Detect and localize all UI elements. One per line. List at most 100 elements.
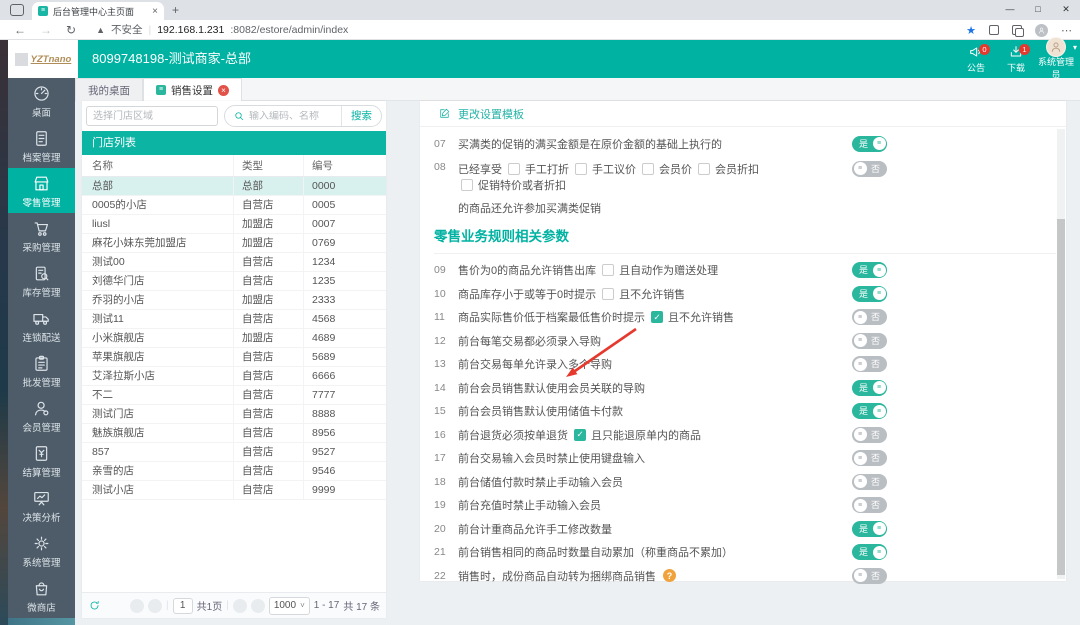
- table-row[interactable]: 测试小店自营店9999: [82, 481, 386, 500]
- toggle-switch[interactable]: 否≡: [852, 333, 887, 349]
- sidebar-item-9[interactable]: 决策分析: [8, 483, 75, 528]
- checkbox[interactable]: 且自动作为赠送处理: [602, 262, 718, 278]
- sidebar-item-11[interactable]: 微商店: [8, 573, 75, 618]
- table-row[interactable]: 0005的小店自营店0005: [82, 196, 386, 215]
- admin-menu[interactable]: ▾ 系统管理员: [1036, 37, 1076, 81]
- store-name: 艾泽拉斯小店: [82, 367, 234, 385]
- change-template-link[interactable]: 更改设置模板: [420, 101, 1066, 127]
- checkbox[interactable]: 且不允许销售: [602, 286, 685, 302]
- store-table-body: 总部总部00000005的小店自营店0005liusl加盟店0007麻花小妹东莞…: [82, 177, 386, 500]
- toggle-switch[interactable]: 是≡: [852, 403, 887, 419]
- toggle-switch[interactable]: 否≡: [852, 356, 887, 372]
- collections-icon[interactable]: [989, 25, 999, 35]
- download-button[interactable]: 1 下载: [996, 44, 1036, 74]
- table-row[interactable]: 总部总部0000: [82, 177, 386, 196]
- toggle-switch[interactable]: 是≡: [852, 380, 887, 396]
- toggle-switch[interactable]: 是≡: [852, 136, 887, 152]
- store-name: 不二: [82, 386, 234, 404]
- tab-close-icon[interactable]: ×: [218, 85, 229, 96]
- table-row[interactable]: 艾泽拉斯小店自营店6666: [82, 367, 386, 386]
- first-page-button[interactable]: [130, 599, 144, 613]
- next-page-button[interactable]: [233, 599, 247, 613]
- checkbox[interactable]: 手工打折: [508, 161, 569, 177]
- search-input[interactable]: [249, 111, 341, 122]
- table-row[interactable]: 乔羽的小店加盟店2333: [82, 291, 386, 310]
- tab-my-desktop[interactable]: 我的桌面: [75, 78, 143, 101]
- store-type: 加盟店: [234, 329, 304, 347]
- checkbox[interactable]: ✓且只能退原单内的商品: [574, 427, 701, 443]
- setting-text: 前台计重商品允许手工修改数量: [458, 521, 612, 537]
- toggle-switch[interactable]: 否≡: [852, 161, 887, 177]
- sidebar-item-1[interactable]: 档案管理: [8, 123, 75, 168]
- toggle-switch[interactable]: 否≡: [852, 497, 887, 513]
- new-tab-button[interactable]: +: [172, 3, 179, 17]
- table-row[interactable]: 刘德华门店自营店1235: [82, 272, 386, 291]
- sidebar-item-3[interactable]: 采购管理: [8, 213, 75, 258]
- toggle-switch[interactable]: 否≡: [852, 568, 887, 584]
- toggle-switch[interactable]: 是≡: [852, 521, 887, 537]
- browser-tab[interactable]: ≡ 后台管理中心主页面 ×: [32, 2, 164, 20]
- checkbox[interactable]: 促销特价或者折扣: [461, 177, 566, 193]
- table-row[interactable]: 测试门店自营店8888: [82, 405, 386, 424]
- checkbox[interactable]: 会员价: [642, 161, 692, 177]
- checkbox[interactable]: 手工议价: [575, 161, 636, 177]
- sidebar-item-6[interactable]: 批发管理: [8, 348, 75, 393]
- tab-sales-settings[interactable]: ≡ 销售设置 ×: [143, 78, 242, 101]
- tab-close-icon[interactable]: ×: [152, 6, 158, 17]
- toggle-switch[interactable]: 是≡: [852, 544, 887, 560]
- store-area-input[interactable]: [86, 106, 218, 126]
- announcement-button[interactable]: 0 公告: [956, 44, 996, 74]
- archive-icon: [8, 129, 75, 149]
- table-row[interactable]: 857自营店9527: [82, 443, 386, 462]
- sidebar-item-0[interactable]: 桌面: [8, 78, 75, 123]
- page-size-select[interactable]: 1000 ˅: [269, 597, 310, 615]
- reload-icon[interactable]: ↻: [66, 23, 76, 37]
- tab-actions-icon[interactable]: [10, 4, 24, 16]
- last-page-button[interactable]: [251, 599, 265, 613]
- sidebar-item-4[interactable]: 库存管理: [8, 258, 75, 303]
- prev-page-button[interactable]: [148, 599, 162, 613]
- toggle-switch[interactable]: 是≡: [852, 286, 887, 302]
- url-field[interactable]: ▲ 不安全 | 192.168.1.231:8082/estore/admin/…: [96, 22, 348, 37]
- scrollbar-thumb[interactable]: [1057, 219, 1065, 575]
- toggle-switch[interactable]: 否≡: [852, 427, 887, 443]
- favicon-icon: ≡: [38, 6, 48, 16]
- store-code: 9999: [304, 481, 386, 499]
- setting-number: 17: [434, 452, 458, 464]
- sidebar-item-2[interactable]: 零售管理: [8, 168, 75, 213]
- browser-profile-avatar[interactable]: [1035, 24, 1048, 37]
- favorite-star-icon[interactable]: ★: [966, 24, 976, 37]
- table-row[interactable]: 魅族旗舰店自营店8956: [82, 424, 386, 443]
- table-row[interactable]: 测试00自营店1234: [82, 253, 386, 272]
- sidebar-item-10[interactable]: 系统管理: [8, 528, 75, 573]
- sidebar-item-5[interactable]: 连锁配送: [8, 303, 75, 348]
- table-row[interactable]: 苹果旗舰店自营店5689: [82, 348, 386, 367]
- tab-groups-icon[interactable]: [1012, 25, 1022, 35]
- checkbox[interactable]: ✓且不允许销售: [651, 309, 734, 325]
- table-row[interactable]: 测试11自营店4568: [82, 310, 386, 329]
- toggle-switch[interactable]: 否≡: [852, 474, 887, 490]
- table-row[interactable]: 麻花小妹东莞加盟店加盟店0769: [82, 234, 386, 253]
- table-row[interactable]: liusl加盟店0007: [82, 215, 386, 234]
- minimize-button[interactable]: —: [996, 0, 1024, 20]
- close-button[interactable]: ✕: [1052, 0, 1080, 20]
- forward-icon[interactable]: →: [40, 23, 52, 37]
- checkbox[interactable]: 会员折扣: [698, 161, 759, 177]
- sidebar-item-7[interactable]: 会员管理: [8, 393, 75, 438]
- toggle-switch[interactable]: 否≡: [852, 450, 887, 466]
- refresh-icon[interactable]: [88, 599, 101, 612]
- help-icon[interactable]: ?: [663, 569, 676, 582]
- back-icon[interactable]: ←: [14, 23, 26, 37]
- table-row[interactable]: 小米旗舰店加盟店4689: [82, 329, 386, 348]
- setting-row-21: 21前台销售相同的商品时数量自动累加（称重商品不累加）是≡: [420, 541, 1066, 565]
- page-number-input[interactable]: [173, 598, 193, 614]
- toggle-switch[interactable]: 否≡: [852, 309, 887, 325]
- table-row[interactable]: 不二自营店7777: [82, 386, 386, 405]
- more-menu-icon[interactable]: ⋯: [1061, 24, 1072, 37]
- sidebar-item-8[interactable]: 结算管理: [8, 438, 75, 483]
- search-button[interactable]: 搜索: [341, 106, 381, 126]
- toggle-switch[interactable]: 是≡: [852, 262, 887, 278]
- table-row[interactable]: 亲雪的店自营店9546: [82, 462, 386, 481]
- maximize-button[interactable]: □: [1024, 0, 1052, 20]
- scrollbar[interactable]: [1057, 129, 1065, 579]
